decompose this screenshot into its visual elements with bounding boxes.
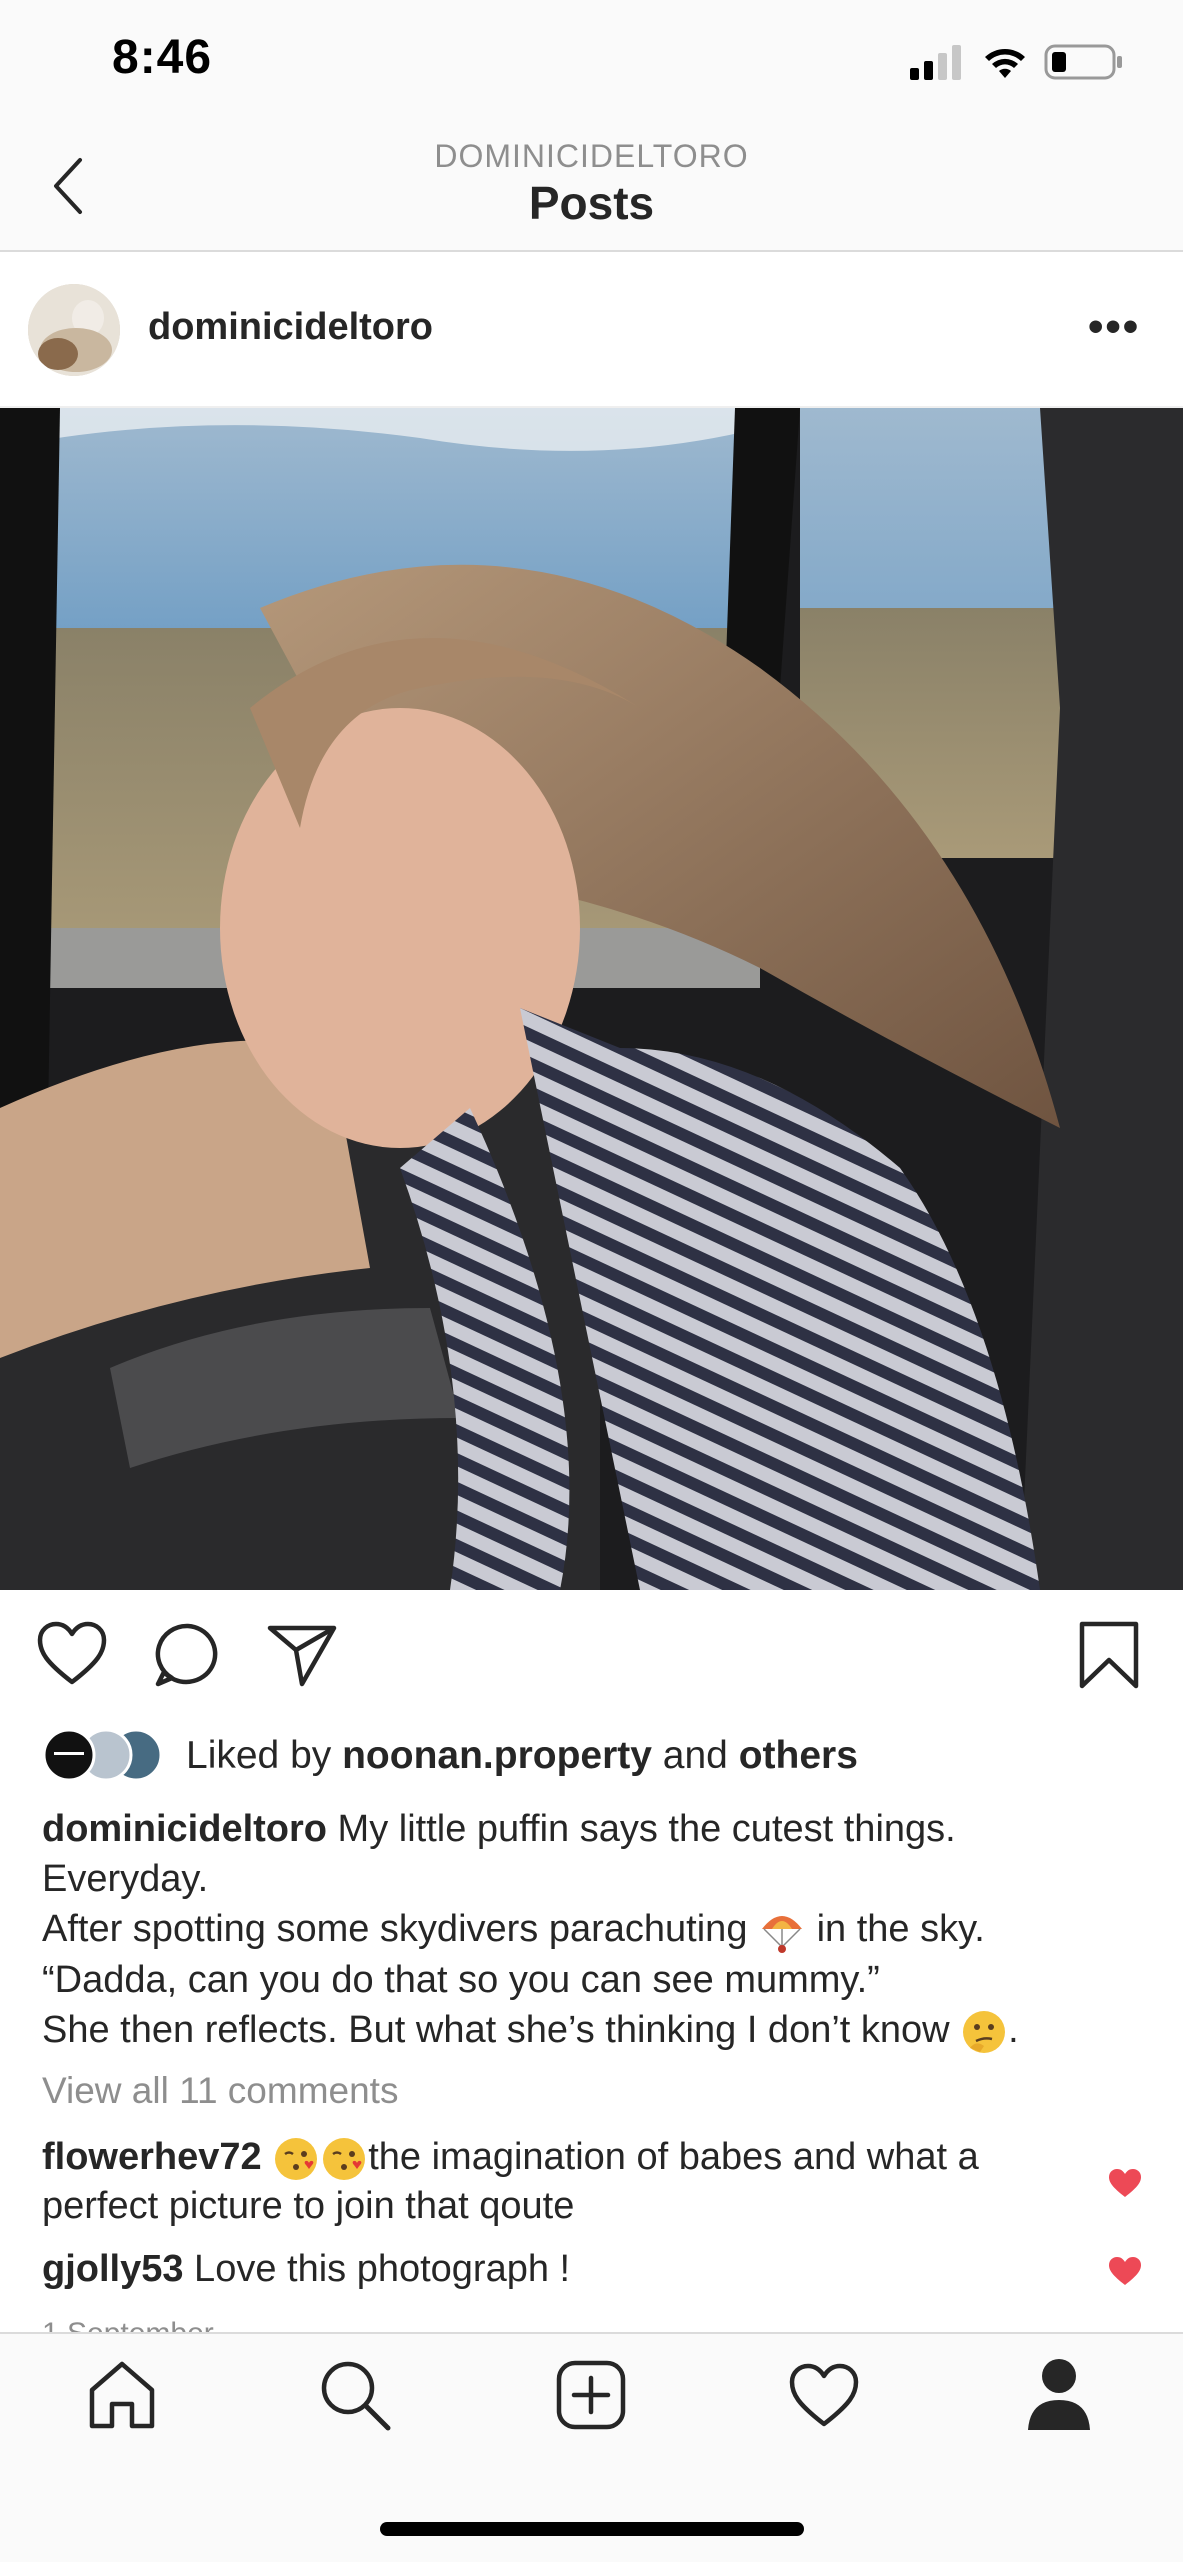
comment-text: Love this photograph ! <box>183 2248 571 2290</box>
new-post-icon[interactable] <box>556 2360 626 2430</box>
comment-like-heart-icon[interactable] <box>1108 2168 1142 2198</box>
likes-middle: and <box>651 1734 739 1777</box>
home-icon[interactable] <box>86 2360 158 2430</box>
post-caption: dominicideltoro My little puffin says th… <box>42 1804 1152 2056</box>
share-icon[interactable] <box>266 1622 338 1688</box>
avatar[interactable] <box>28 284 120 376</box>
likes-prefix: Liked by <box>186 1734 343 1777</box>
cellular-signal-icon <box>910 45 961 80</box>
home-indicator[interactable] <box>380 2522 804 2536</box>
comment-username[interactable]: gjolly53 <box>42 2248 184 2290</box>
kissing-face-emoji-icon <box>323 2137 366 2180</box>
profile-icon[interactable] <box>1026 2356 1092 2432</box>
caption-line: After spotting some skydivers parachutin… <box>42 1908 759 1950</box>
caption-line: “Dadda, can you do that so you can see m… <box>42 1958 880 2001</box>
liker-avatars[interactable] <box>42 1728 174 1782</box>
post-date: 1 September <box>42 2317 214 2334</box>
comment-like-heart-icon[interactable] <box>1108 2256 1142 2286</box>
battery-icon <box>1044 44 1122 80</box>
nav-subtitle: DOMINICIDELTORO <box>434 138 749 174</box>
caption-line: My little puffin says the cutest things. <box>327 1808 956 1850</box>
likes-others[interactable]: others <box>739 1734 858 1777</box>
comment-username[interactable]: flowerhev72 <box>42 2136 262 2178</box>
caption-line: . <box>1008 2008 1019 2051</box>
thinking-face-emoji-icon <box>963 2010 1006 2053</box>
post-photo[interactable] <box>0 406 1183 1590</box>
kissing-face-emoji-icon <box>275 2137 318 2180</box>
comment-icon[interactable] <box>154 1622 222 1688</box>
parachute-emoji-icon <box>762 1915 803 1953</box>
view-all-comments-link[interactable]: View all 11 comments <box>42 2070 398 2112</box>
likes-user[interactable]: noonan.property <box>342 1734 652 1777</box>
caption-username[interactable]: dominicideltoro <box>42 1808 327 1850</box>
more-options-icon[interactable]: ••• <box>1088 302 1140 352</box>
activity-heart-icon[interactable] <box>788 2362 860 2428</box>
like-heart-icon[interactable] <box>36 1620 108 1686</box>
post-username[interactable]: dominicideltoro <box>148 306 433 349</box>
status-time: 8:46 <box>112 31 213 84</box>
caption-line: Everyday. <box>42 1858 209 1900</box>
save-bookmark-icon[interactable] <box>1078 1620 1140 1690</box>
caption-line: in the sky. <box>806 1908 985 1950</box>
caption-line: She then reflects. But what she’s thinki… <box>42 2008 961 2051</box>
page-title: Posts <box>528 177 655 229</box>
search-icon[interactable] <box>318 2358 392 2432</box>
comment-item: gjolly53 Love this photograph ! <box>42 2246 1082 2292</box>
likes-summary[interactable]: Liked by noonan.property and others <box>186 1734 858 1778</box>
wifi-icon <box>985 49 1025 78</box>
comment-item: flowerhev72 the imagination of babes and… <box>42 2134 1082 2229</box>
